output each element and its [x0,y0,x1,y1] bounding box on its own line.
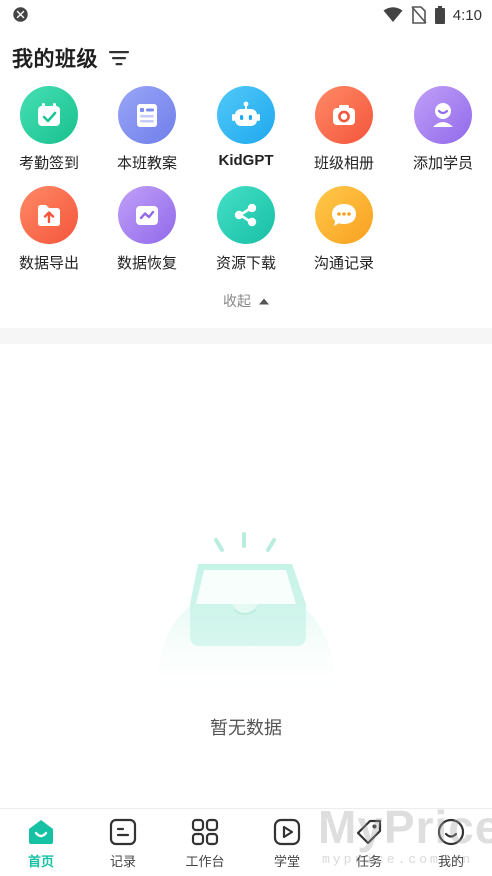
grid-item-add-student[interactable]: 添加学员 [395,86,491,182]
camera-icon [315,86,373,144]
share-nodes-icon [217,186,275,244]
page-title: 我的班级 [12,47,98,71]
nav-item-home[interactable]: 首页 [0,817,82,873]
nav-label: 首页 [27,855,54,870]
lesson-plan-icon [118,86,176,144]
empty-state-text: 暂无数据 [210,718,282,739]
data-restore-icon [118,186,176,244]
grid-item-data-export[interactable]: 数据导出 [1,186,97,282]
wifi-icon [383,7,403,22]
empty-box-illustration [156,532,336,700]
status-right: 4:10 [383,4,482,26]
bottom-nav: 首页 记录 工作台 学堂 任务 我的 [0,808,492,876]
class-header: 我的班级 [12,42,130,74]
section-divider [0,328,492,344]
nav-item-workbench[interactable]: 工作台 [164,817,246,873]
play-icon [272,817,302,847]
nav-label: 工作台 [185,855,225,870]
grid-label: 本班教案 [116,154,177,172]
collapse-label: 收起 [223,294,251,310]
grid-label: 沟通记录 [313,254,374,272]
no-sim-icon [411,6,427,24]
grid-label: 添加学员 [412,154,473,172]
tag-icon [354,817,384,847]
nav-label: 任务 [355,855,382,870]
app-notification-icon [13,7,28,22]
profile-icon [436,817,466,847]
status-bar: 4:10 [0,0,492,30]
record-icon [108,817,138,847]
grid-item-communication[interactable]: 沟通记录 [296,186,392,282]
battery-icon [434,6,445,24]
home-icon [26,817,56,847]
nav-item-tasks[interactable]: 任务 [328,817,410,873]
workbench-icon [190,817,220,847]
grid-label: 数据导出 [18,254,79,272]
grid-item-album[interactable]: 班级相册 [296,86,392,182]
grid-item-lesson-plan[interactable]: 本班教案 [99,86,195,182]
calendar-check-icon [20,86,78,144]
grid-label: 资源下载 [215,254,276,272]
chat-bubble-icon [315,186,373,244]
nav-item-school[interactable]: 学堂 [246,817,328,873]
add-student-icon [414,86,472,144]
grid-item-data-restore[interactable]: 数据恢复 [99,186,195,282]
folder-upload-icon [20,186,78,244]
grid-label: 数据恢复 [116,254,177,272]
nav-label: 我的 [437,855,464,870]
grid-label: KidGPT [218,152,274,169]
grid-item-attendance[interactable]: 考勤签到 [1,86,97,182]
grid-item-kidgpt[interactable]: KidGPT [198,86,294,182]
grid-label: 班级相册 [313,154,374,172]
grid-label: 考勤签到 [18,154,79,172]
filter-icon[interactable] [108,47,130,69]
nav-item-profile[interactable]: 我的 [410,817,492,873]
nav-label: 学堂 [273,855,300,870]
nav-label: 记录 [109,855,136,870]
collapse-toggle[interactable]: 收起 [0,290,492,312]
robot-icon [217,86,275,144]
caret-up-icon [259,298,269,304]
status-time: 4:10 [452,6,482,24]
grid-item-resource-download[interactable]: 资源下载 [198,186,294,282]
nav-item-record[interactable]: 记录 [82,817,164,873]
